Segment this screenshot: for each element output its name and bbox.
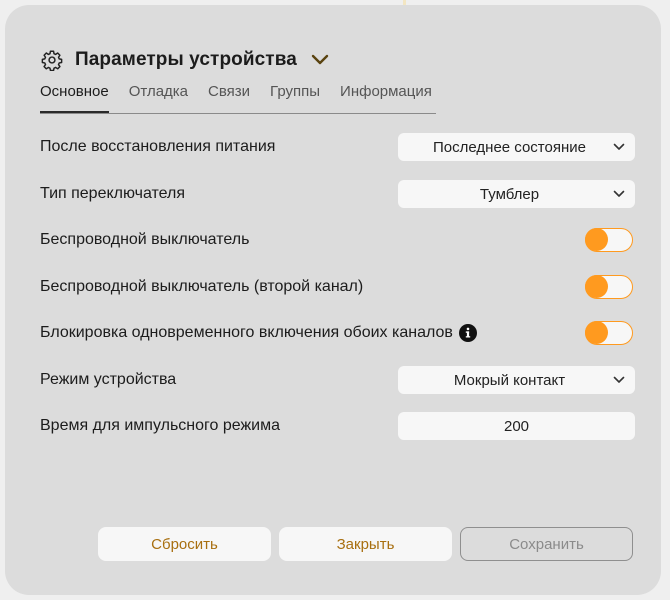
toggle-knob	[585, 275, 608, 298]
reset-button[interactable]: Сбросить	[98, 527, 271, 561]
save-button[interactable]: Сохранить	[460, 527, 633, 561]
toggle-knob	[585, 321, 608, 344]
close-button[interactable]: Закрыть	[279, 527, 452, 561]
device-settings-dialog: Параметры устройства Основное Отладка Св…	[5, 5, 661, 595]
setting-label: Тип переключателя	[40, 185, 186, 202]
toggle-knob	[585, 228, 608, 251]
pulse-time-input[interactable]: 200	[398, 412, 635, 440]
setting-label: Блокировка одновременного включения обои…	[40, 324, 453, 341]
wireless-switch-ch2-toggle[interactable]	[585, 275, 633, 299]
chevron-down-icon[interactable]	[311, 54, 329, 66]
tab-info[interactable]: Информация	[340, 81, 432, 113]
setting-interlock: Блокировка одновременного включения обои…	[40, 318, 635, 348]
setting-label: Режим устройства	[40, 371, 177, 388]
gear-icon	[41, 49, 63, 71]
chevron-down-icon	[613, 142, 625, 152]
setting-label: Беспроводной выключатель (второй канал)	[40, 278, 364, 295]
tab-main[interactable]: Основное	[40, 81, 109, 113]
power-restore-select[interactable]: Последнее состояние	[398, 133, 635, 161]
tab-bar: Основное Отладка Связи Группы Информация	[40, 81, 436, 114]
setting-device-mode: Режим устройства Мокрый контакт	[40, 365, 635, 395]
wireless-switch-toggle[interactable]	[585, 228, 633, 252]
tab-groups[interactable]: Группы	[270, 81, 320, 113]
device-mode-select[interactable]: Мокрый контакт	[398, 366, 635, 394]
chevron-down-icon	[613, 375, 625, 385]
setting-wireless-switch-ch2: Беспроводной выключатель (второй канал)	[40, 272, 635, 302]
chevron-down-icon	[613, 189, 625, 199]
interlock-toggle[interactable]	[585, 321, 633, 345]
setting-label-wrap: Блокировка одновременного включения обои…	[40, 324, 477, 342]
setting-power-restore: После восстановления питания Последнее с…	[40, 132, 635, 162]
setting-switch-type: Тип переключателя Тумблер	[40, 179, 635, 209]
setting-label: Время для импульсного режима	[40, 417, 280, 434]
setting-label: После восстановления питания	[40, 138, 276, 155]
tab-links[interactable]: Связи	[208, 81, 250, 113]
select-value: Мокрый контакт	[453, 371, 566, 389]
dialog-header: Параметры устройства	[41, 45, 329, 75]
info-icon[interactable]	[458, 324, 477, 342]
setting-wireless-switch: Беспроводной выключатель	[40, 225, 635, 255]
select-value: Тумблер	[479, 185, 540, 203]
setting-label: Беспроводной выключатель	[40, 231, 250, 248]
tab-debug[interactable]: Отладка	[129, 81, 188, 113]
dialog-title: Параметры устройства	[75, 49, 297, 70]
switch-type-select[interactable]: Тумблер	[398, 180, 635, 208]
select-value: Последнее состояние	[433, 138, 586, 156]
setting-pulse-time: Время для импульсного режима 200	[40, 411, 635, 441]
